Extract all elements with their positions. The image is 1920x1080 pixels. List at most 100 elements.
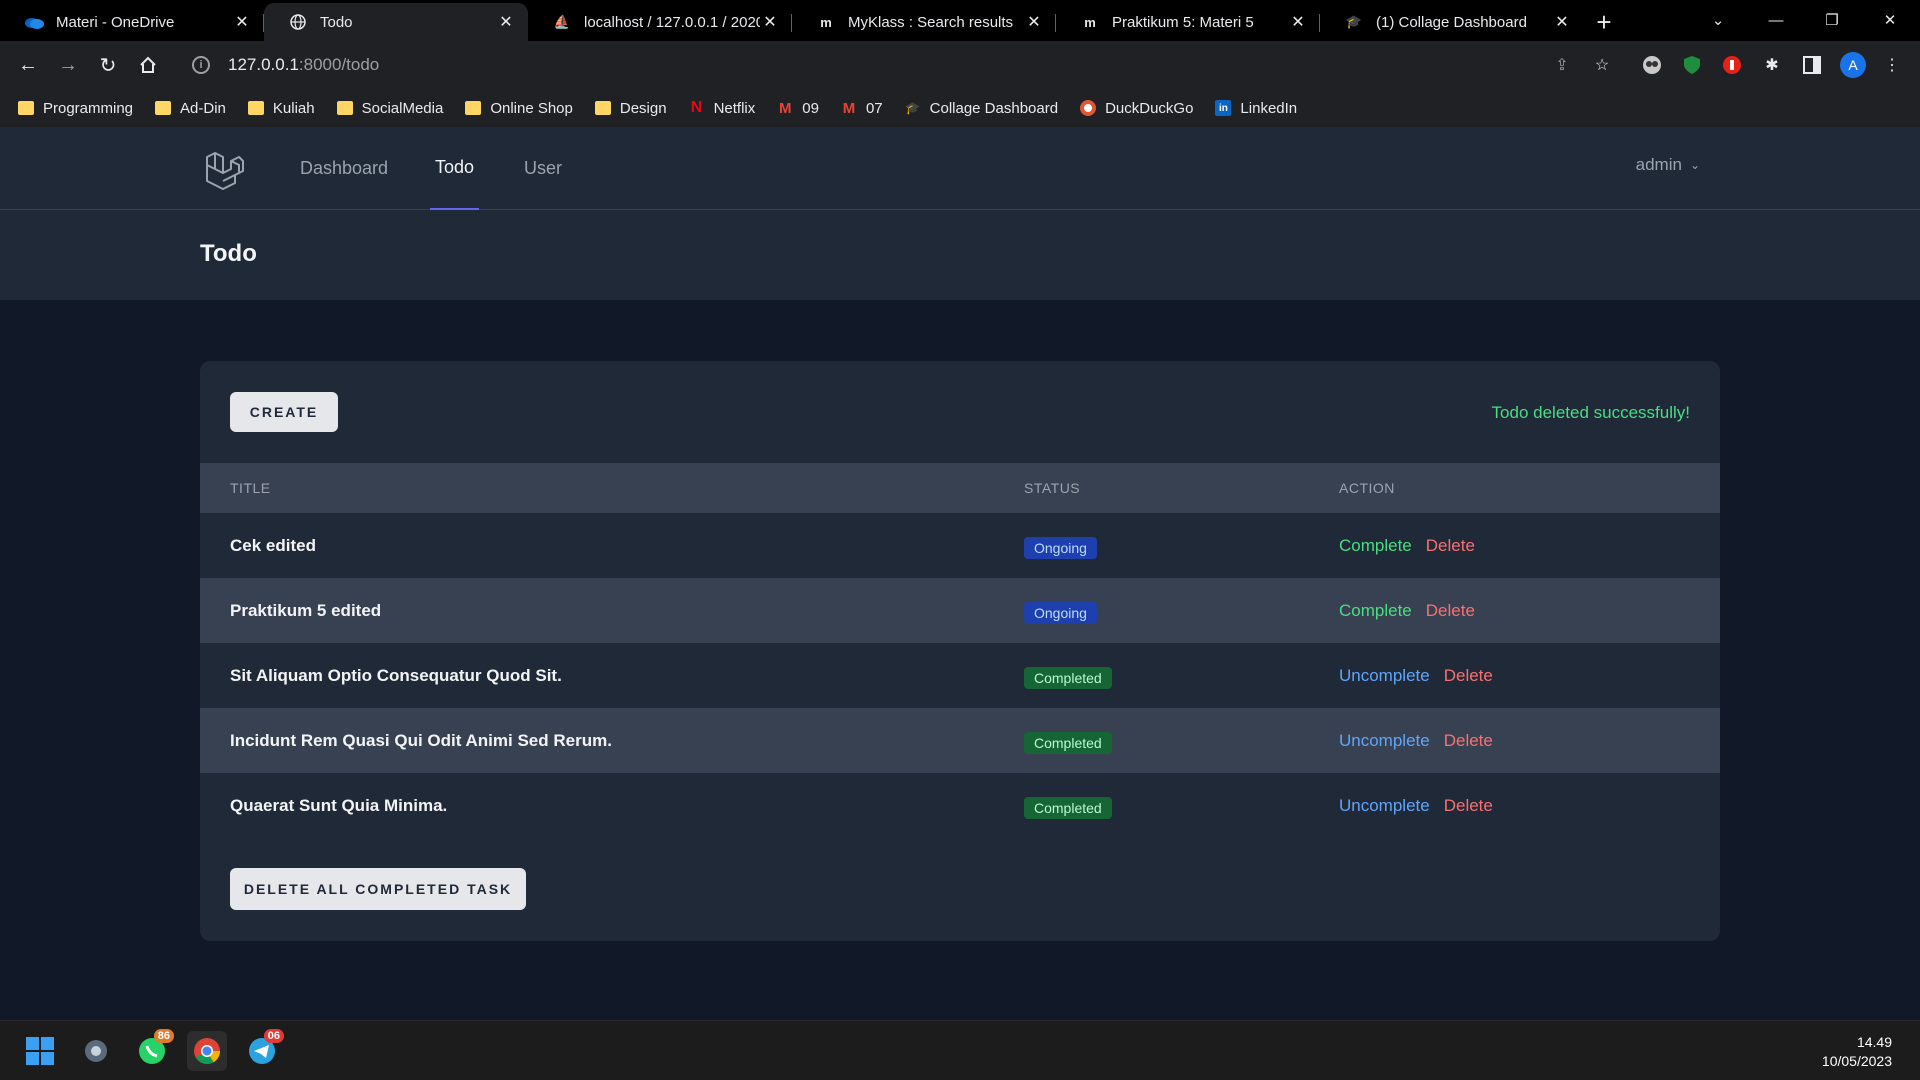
browser-toolbar: ← → ↻ i 127.0.0.1:8000/todo ⇪ ☆ ✱ A ⋮ xyxy=(0,41,1920,89)
user-menu[interactable]: admin ⌄ xyxy=(1636,155,1700,175)
more-menu-icon[interactable]: ⋮ xyxy=(1880,53,1904,77)
address-bar[interactable]: i 127.0.0.1:8000/todo xyxy=(176,47,1556,83)
extensions-puzzle-icon[interactable]: ✱ xyxy=(1760,53,1784,77)
share-icon[interactable]: ⇪ xyxy=(1550,53,1574,77)
todo-title: Incidunt Rem Quasi Qui Odit Animi Sed Re… xyxy=(230,731,612,750)
delete-link[interactable]: Delete xyxy=(1444,796,1493,816)
delete-link[interactable]: Delete xyxy=(1426,536,1475,556)
telegram-badge: 06 xyxy=(263,1029,284,1043)
side-panel-icon[interactable] xyxy=(1800,53,1824,77)
column-header-action: ACTION xyxy=(1339,480,1395,496)
windows-start-icon[interactable] xyxy=(20,1031,60,1071)
browser-tab[interactable]: m MyKlass : Search results ✕ xyxy=(792,3,1056,41)
bookmark-item[interactable]: Kuliah xyxy=(247,100,315,117)
minimize-icon[interactable]: — xyxy=(1748,0,1804,40)
bookmark-item[interactable]: N Netflix xyxy=(689,99,755,117)
chrome-icon[interactable] xyxy=(187,1031,227,1071)
complete-link[interactable]: Complete xyxy=(1339,536,1412,556)
reload-icon[interactable]: ↻ xyxy=(88,45,128,85)
flash-message: Todo deleted successfully! xyxy=(1491,403,1690,422)
home-icon[interactable] xyxy=(128,45,168,85)
bookmark-item[interactable]: M 09 xyxy=(777,100,819,117)
nav-user[interactable]: User xyxy=(524,127,562,210)
close-icon[interactable]: ✕ xyxy=(1024,12,1044,32)
myklass-icon: m xyxy=(820,14,832,30)
page-title: Todo xyxy=(200,240,257,267)
bookmark-item[interactable]: Design xyxy=(594,100,667,117)
system-clock[interactable]: 14.49 10/05/2023 xyxy=(1822,1033,1892,1071)
close-icon[interactable]: ✕ xyxy=(1288,12,1308,32)
bookmark-item[interactable]: M 07 xyxy=(841,100,883,117)
app-navbar: Dashboard Todo User admin ⌄ xyxy=(0,127,1920,210)
delete-all-completed-button[interactable]: DELETE ALL COMPLETED TASK xyxy=(230,868,526,910)
restore-icon[interactable]: ❐ xyxy=(1804,0,1860,40)
todo-title: Sit Aliquam Optio Consequatur Quod Sit. xyxy=(230,666,562,685)
bookmark-item[interactable]: SocialMedia xyxy=(336,100,443,117)
new-tab-button[interactable]: + xyxy=(1584,3,1624,41)
bookmark-item[interactable]: Programming xyxy=(18,100,133,117)
laravel-logo-icon[interactable] xyxy=(203,149,245,191)
uncomplete-link[interactable]: Uncomplete xyxy=(1339,796,1430,816)
folder-icon xyxy=(336,101,353,115)
bookmark-star-icon[interactable]: ☆ xyxy=(1590,53,1614,77)
close-window-icon[interactable]: ✕ xyxy=(1862,0,1918,40)
bookmark-item[interactable]: Ad-Din xyxy=(155,100,226,117)
browser-tab[interactable]: m Praktikum 5: Materi 5 ✕ xyxy=(1056,3,1320,41)
close-icon[interactable]: ✕ xyxy=(760,12,780,32)
delete-link[interactable]: Delete xyxy=(1444,666,1493,686)
tab-search-icon[interactable]: ⌄ xyxy=(1690,0,1746,40)
mortarboard-icon: 🎓 xyxy=(905,101,921,115)
uncomplete-link[interactable]: Uncomplete xyxy=(1339,731,1430,751)
close-icon[interactable]: ✕ xyxy=(1552,12,1572,32)
browser-tab[interactable]: 🎓 (1) Collage Dashboard ✕ xyxy=(1320,3,1584,41)
gmail-icon: M xyxy=(779,99,792,117)
todo-title: Cek edited xyxy=(230,536,316,555)
todo-card: CREATE Todo deleted successfully! TITLE … xyxy=(200,361,1720,941)
back-icon[interactable]: ← xyxy=(8,45,48,85)
mortarboard-icon: 🎓 xyxy=(1345,14,1363,29)
status-badge: Ongoing xyxy=(1024,537,1097,559)
status-badge: Completed xyxy=(1024,797,1112,819)
bookmark-item[interactable]: 🎓 Collage Dashboard xyxy=(905,100,1058,117)
table-header: TITLE STATUS ACTION xyxy=(200,463,1720,513)
close-icon[interactable]: ✕ xyxy=(232,12,252,32)
bookmark-item[interactable]: in LinkedIn xyxy=(1215,100,1297,117)
folder-icon xyxy=(155,101,172,115)
tab-title: Todo xyxy=(320,13,353,31)
folder-icon xyxy=(465,101,482,115)
delete-link[interactable]: Delete xyxy=(1444,731,1493,751)
column-header-title: TITLE xyxy=(230,480,271,496)
extension-shield-icon[interactable] xyxy=(1680,53,1704,77)
nav-todo[interactable]: Todo xyxy=(430,127,480,210)
settings-gear-icon[interactable] xyxy=(76,1031,116,1071)
profile-avatar[interactable]: A xyxy=(1840,52,1866,78)
netflix-icon: N xyxy=(690,99,703,116)
user-name: admin xyxy=(1635,155,1682,174)
tab-title: Praktikum 5: Materi 5 xyxy=(1112,13,1254,31)
extension-owl-icon[interactable] xyxy=(1640,53,1664,77)
clock-time: 14.49 xyxy=(1856,1034,1892,1050)
page-header: Todo xyxy=(0,210,1920,300)
close-icon[interactable]: ✕ xyxy=(496,12,516,32)
bookmark-item[interactable]: DuckDuckGo xyxy=(1080,100,1193,117)
folder-icon xyxy=(594,101,611,115)
browser-tab[interactable]: ⛵ localhost / 127.0.0.1 / 2020( ✕ xyxy=(528,3,792,41)
clock-date: 10/05/2023 xyxy=(1821,1053,1892,1069)
delete-link[interactable]: Delete xyxy=(1426,601,1475,621)
forward-icon[interactable]: → xyxy=(48,45,88,85)
create-button[interactable]: CREATE xyxy=(230,392,338,432)
uncomplete-link[interactable]: Uncomplete xyxy=(1339,666,1430,686)
bookmarks-bar: Programming Ad-Din Kuliah SocialMedia On… xyxy=(0,89,1920,127)
whatsapp-icon[interactable]: 86 xyxy=(132,1029,174,1071)
bookmark-item[interactable]: Online Shop xyxy=(465,100,573,117)
nav-dashboard[interactable]: Dashboard xyxy=(300,127,388,210)
table-row: Quaerat Sunt Quia Minima. Completed Unco… xyxy=(200,773,1720,838)
browser-tab[interactable]: Materi - OneDrive ✕ xyxy=(0,3,264,41)
status-badge: Completed xyxy=(1024,667,1112,689)
browser-tab-active[interactable]: Todo ✕ xyxy=(264,3,528,41)
telegram-icon[interactable]: 06 xyxy=(242,1029,284,1071)
info-icon[interactable]: i xyxy=(192,56,210,74)
complete-link[interactable]: Complete xyxy=(1339,601,1412,621)
extension-adblock-icon[interactable] xyxy=(1720,53,1744,77)
whatsapp-badge: 86 xyxy=(153,1029,174,1043)
